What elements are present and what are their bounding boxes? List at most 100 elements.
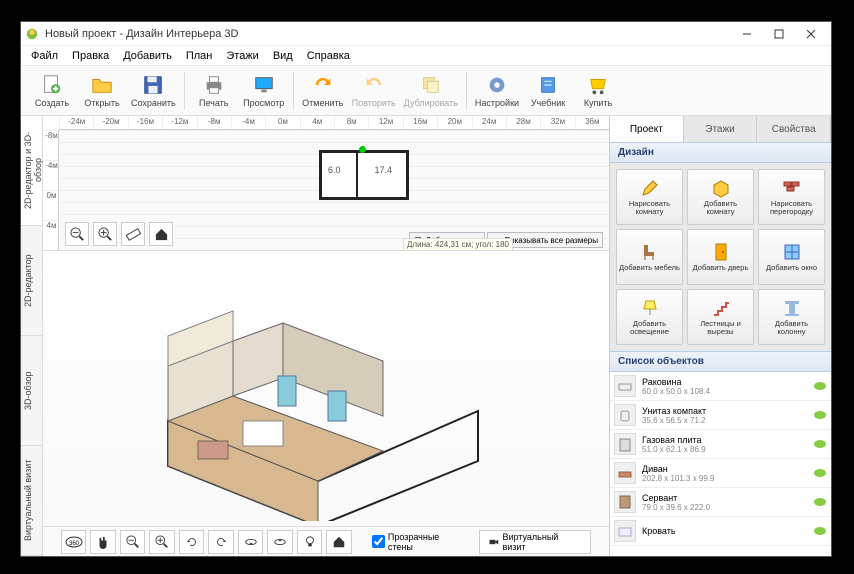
tab-3d[interactable]: 3D-обзор bbox=[21, 336, 42, 446]
transparent-walls-checkbox[interactable]: Прозрачные стены bbox=[372, 532, 465, 552]
preview-button[interactable]: Просмотр bbox=[239, 68, 289, 114]
plan-handle[interactable] bbox=[359, 146, 366, 153]
objects-list[interactable]: Раковина60.0 x 50.0 x 108.4 Унитаз компа… bbox=[610, 372, 831, 556]
view-mode-tabs: 2D-редактор и 3D-обзор 2D-редактор 3D-об… bbox=[21, 116, 43, 556]
maximize-button[interactable] bbox=[763, 22, 795, 46]
object-dim: 79.0 x 39.6 x 222.0 bbox=[642, 503, 807, 512]
duplicate-button[interactable]: Дублировать bbox=[400, 68, 462, 114]
save-button[interactable]: Сохранить bbox=[127, 68, 180, 114]
object-thumb bbox=[614, 491, 636, 513]
object-name: Диван bbox=[642, 464, 807, 474]
undo-icon bbox=[312, 74, 334, 96]
tutorial-button[interactable]: Учебник bbox=[523, 68, 573, 114]
menu-plan[interactable]: План bbox=[180, 48, 219, 64]
add-window-button[interactable]: Добавить окно bbox=[758, 229, 825, 285]
hand-icon bbox=[96, 535, 110, 549]
rotate-right-button[interactable] bbox=[208, 530, 233, 554]
object-row[interactable]: Диван202.8 x 101.3 x 99.9 bbox=[610, 459, 831, 488]
bulb-icon bbox=[303, 535, 317, 549]
right-panel: Проект Этажи Свойства Дизайн Нарисовать … bbox=[609, 116, 831, 556]
visibility-icon[interactable] bbox=[813, 497, 827, 507]
zoom-out-3d-button[interactable] bbox=[120, 530, 145, 554]
tab-properties[interactable]: Свойства bbox=[757, 116, 831, 142]
ruler-horizontal: -24м-20м-16м-12м-8м-4м0м4м8м12м16м20м24м… bbox=[59, 116, 609, 130]
plan-view-2d[interactable]: -24м-20м-16м-12м-8м-4м0м4м8м12м16м20м24м… bbox=[43, 116, 609, 251]
menu-floors[interactable]: Этажи bbox=[220, 48, 264, 64]
floppy-icon bbox=[142, 74, 164, 96]
object-row[interactable]: Унитаз компакт35.6 x 56.5 x 71.2 bbox=[610, 401, 831, 430]
menu-help[interactable]: Справка bbox=[301, 48, 356, 64]
create-button[interactable]: Создать bbox=[27, 68, 77, 114]
zoom-in-3d-button[interactable] bbox=[149, 530, 174, 554]
menu-file[interactable]: Файл bbox=[25, 48, 64, 64]
print-button[interactable]: Печать bbox=[189, 68, 239, 114]
printer-icon bbox=[203, 74, 225, 96]
tab-2d-3d[interactable]: 2D-редактор и 3D-обзор bbox=[21, 116, 42, 226]
ruler-button[interactable] bbox=[121, 222, 145, 246]
window-icon bbox=[782, 242, 802, 262]
zoom-out-icon bbox=[126, 535, 140, 549]
view-3d[interactable] bbox=[43, 251, 609, 526]
tab-floors[interactable]: Этажи bbox=[684, 116, 758, 142]
virtual-visit-button[interactable]: Виртуальный визит bbox=[479, 530, 591, 554]
add-stairs-button[interactable]: Лестницы и вырезы bbox=[687, 289, 754, 345]
menu-view[interactable]: Вид bbox=[267, 48, 299, 64]
visibility-icon[interactable] bbox=[813, 410, 827, 420]
object-name: Кровать bbox=[642, 526, 807, 536]
plan-canvas[interactable]: 6.0 17.4 Добавить этаж Показывать все ра… bbox=[59, 130, 609, 250]
floor-plan-outline[interactable]: 6.0 17.4 bbox=[319, 150, 409, 200]
add-room-button[interactable]: Добавить комнату bbox=[687, 169, 754, 225]
open-button[interactable]: Открыть bbox=[77, 68, 127, 114]
object-row[interactable]: Сервант79.0 x 39.6 x 222.0 bbox=[610, 488, 831, 517]
add-furniture-button[interactable]: Добавить мебель bbox=[616, 229, 683, 285]
app-window: Новый проект - Дизайн Интерьера 3D Файл … bbox=[20, 21, 832, 557]
object-row[interactable]: Газовая плита51.0 x 62.1 x 86.9 bbox=[610, 430, 831, 459]
menu-edit[interactable]: Правка bbox=[66, 48, 115, 64]
menu-add[interactable]: Добавить bbox=[117, 48, 178, 64]
minimize-button[interactable] bbox=[731, 22, 763, 46]
window-title: Новый проект - Дизайн Интерьера 3D bbox=[45, 28, 731, 40]
draw-room-button[interactable]: Нарисовать комнату bbox=[616, 169, 683, 225]
tab-2d[interactable]: 2D-редактор bbox=[21, 226, 42, 336]
redo-button[interactable]: Повторить bbox=[348, 68, 400, 114]
lamp-icon bbox=[640, 298, 660, 318]
add-door-button[interactable]: Добавить дверь bbox=[687, 229, 754, 285]
close-button[interactable] bbox=[795, 22, 827, 46]
tilt-up-button[interactable] bbox=[267, 530, 292, 554]
light-button[interactable] bbox=[297, 530, 322, 554]
object-dim: 60.0 x 50.0 x 108.4 bbox=[642, 387, 807, 396]
reset-view-button[interactable] bbox=[326, 530, 351, 554]
rotate-left-button[interactable] bbox=[179, 530, 204, 554]
undo-button[interactable]: Отменить bbox=[298, 68, 348, 114]
settings-button[interactable]: Настройки bbox=[471, 68, 523, 114]
orbit-button[interactable]: 360 bbox=[61, 530, 86, 554]
draw-wall-button[interactable]: Нарисовать перегородку bbox=[758, 169, 825, 225]
redo-icon bbox=[363, 74, 385, 96]
visibility-icon[interactable] bbox=[813, 439, 827, 449]
tab-project[interactable]: Проект bbox=[610, 116, 684, 142]
object-dim: 51.0 x 62.1 x 86.9 bbox=[642, 445, 807, 454]
tilt-down-button[interactable] bbox=[238, 530, 263, 554]
book-icon bbox=[537, 74, 559, 96]
buy-button[interactable]: Купить bbox=[573, 68, 623, 114]
view3d-toolbar: 360 Прозрачные стены Виртуальный визит bbox=[43, 526, 609, 556]
object-row[interactable]: Кровать bbox=[610, 517, 831, 546]
visibility-icon[interactable] bbox=[813, 381, 827, 391]
tab-virtual[interactable]: Виртуальный визит bbox=[21, 446, 42, 556]
object-dim: 35.6 x 56.5 x 71.2 bbox=[642, 416, 807, 425]
visibility-icon[interactable] bbox=[813, 526, 827, 536]
object-thumb bbox=[614, 462, 636, 484]
pan-button[interactable] bbox=[90, 530, 115, 554]
add-column-button[interactable]: Добавить колонну bbox=[758, 289, 825, 345]
zoom-in-button[interactable] bbox=[93, 222, 117, 246]
zoom-in-icon bbox=[98, 227, 113, 242]
home-button[interactable] bbox=[149, 222, 173, 246]
add-lighting-button[interactable]: Добавить освещение bbox=[616, 289, 683, 345]
visibility-icon[interactable] bbox=[813, 468, 827, 478]
zoom-out-button[interactable] bbox=[65, 222, 89, 246]
bricks-icon bbox=[782, 178, 802, 198]
object-row[interactable]: Раковина60.0 x 50.0 x 108.4 bbox=[610, 372, 831, 401]
editor-area: -24м-20м-16м-12м-8м-4м0м4м8м12м16м20м24м… bbox=[43, 116, 609, 556]
menubar: Файл Правка Добавить План Этажи Вид Спра… bbox=[21, 46, 831, 66]
gear-icon bbox=[486, 74, 508, 96]
